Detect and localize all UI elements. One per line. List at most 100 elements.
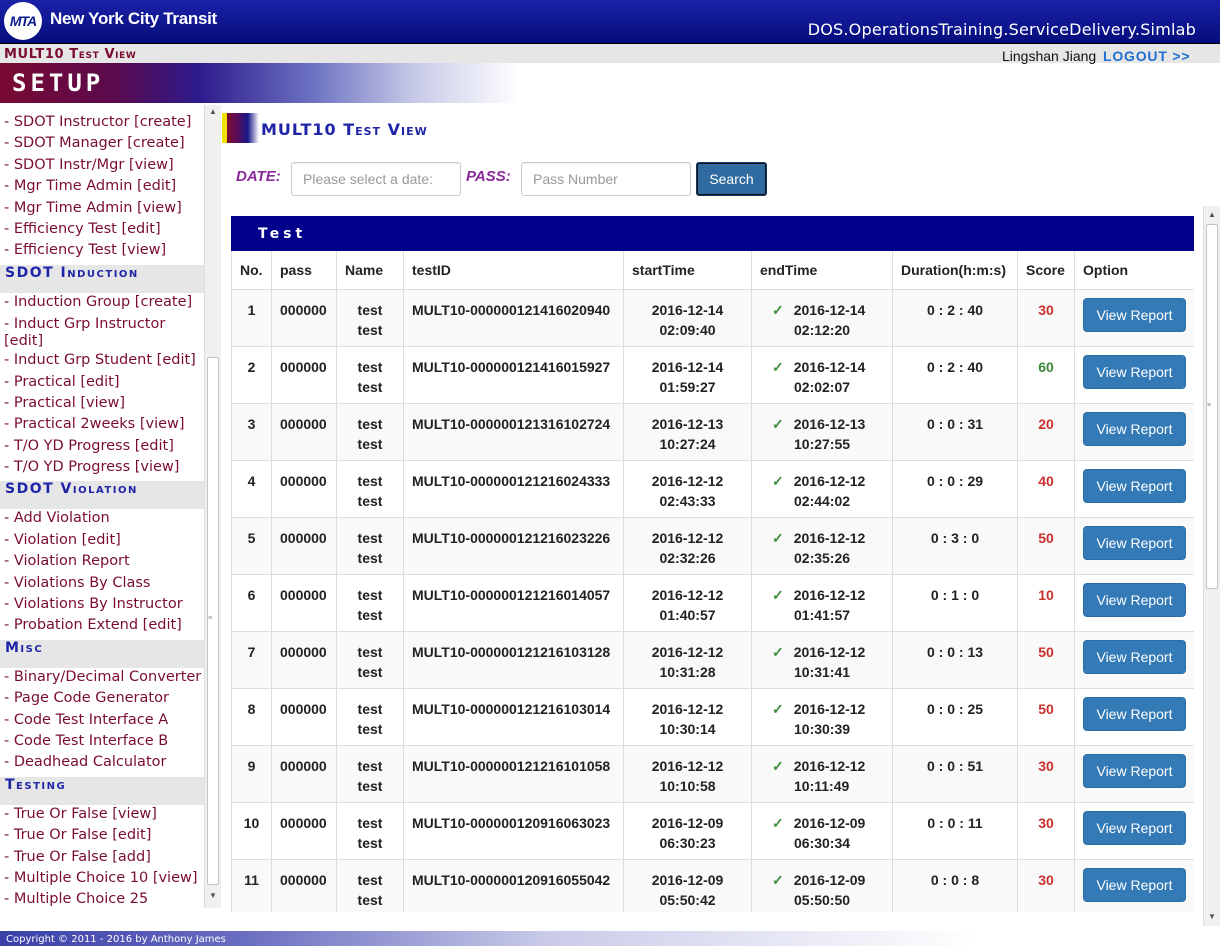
option-cell: View Report: [1074, 630, 1194, 689]
view-report-button[interactable]: View Report: [1083, 582, 1186, 617]
end-date: 2016-12-12: [793, 472, 866, 489]
sidebar-item[interactable]: - T/O YD Progress [edit]: [0, 438, 204, 459]
logout-link[interactable]: LOGOUT >>: [1103, 48, 1190, 64]
sidebar-item[interactable]: - Multiple Choice 25: [0, 891, 204, 908]
view-report-button[interactable]: View Report: [1083, 639, 1186, 674]
view-report-button[interactable]: View Report: [1083, 810, 1186, 845]
start-date: 2016-12-12: [651, 757, 724, 774]
check-icon: ✓: [772, 301, 784, 318]
view-report-button[interactable]: View Report: [1083, 696, 1186, 731]
start-time: 10:31:28: [659, 663, 716, 680]
sidebar-item[interactable]: - True Or False [view]: [0, 806, 204, 827]
sidebar-item[interactable]: - Efficiency Test [edit]: [0, 221, 204, 242]
view-report-button[interactable]: View Report: [1083, 525, 1186, 560]
page-code: MULT10 Test View: [4, 47, 137, 62]
column-header: Name: [336, 251, 404, 290]
sidebar-item[interactable]: - Efficiency Test [view]: [0, 242, 204, 263]
start-time: 10:10:58: [659, 777, 716, 794]
sidebar-item[interactable]: - Code Test Interface B: [0, 733, 204, 754]
start-time: 10:27:24: [659, 435, 716, 452]
sidebar-item[interactable]: - Mgr Time Admin [view]: [0, 200, 204, 221]
pass-cell: 000000: [271, 288, 337, 347]
duration-cell: 0 : 0 : 31: [892, 402, 1018, 461]
scroll-down-icon[interactable]: ▼: [209, 891, 217, 900]
end-time: 10:27:55: [794, 435, 851, 452]
pass-cell: 000000: [271, 345, 337, 404]
setup-banner: SETUP: [0, 63, 520, 103]
view-report-button[interactable]: View Report: [1083, 354, 1186, 389]
sidebar-item[interactable]: - Violations By Class: [0, 575, 204, 596]
scroll-up-icon[interactable]: ▲: [209, 107, 217, 116]
start-date: 2016-12-14: [651, 358, 724, 375]
row-number: 9: [231, 744, 272, 803]
test-id-cell: MULT10-000000121216023226: [403, 516, 624, 575]
view-report-button[interactable]: View Report: [1083, 297, 1186, 332]
sidebar-item[interactable]: - Violations By Instructor: [0, 596, 204, 617]
search-button[interactable]: Search: [696, 162, 767, 196]
sidebar-item[interactable]: - Practical [edit]: [0, 374, 204, 395]
sidebar-item[interactable]: - SDOT Manager [create]: [0, 135, 204, 156]
end-time: 01:41:57: [794, 606, 851, 623]
end-time: 10:31:41: [794, 663, 851, 680]
row-number: 11: [231, 858, 272, 912]
view-report-button[interactable]: View Report: [1083, 867, 1186, 902]
sidebar-item[interactable]: - True Or False [edit]: [0, 827, 204, 848]
option-cell: View Report: [1074, 744, 1194, 803]
column-header: pass: [271, 251, 337, 290]
option-cell: View Report: [1074, 402, 1194, 461]
scroll-down-icon[interactable]: ▼: [1208, 912, 1216, 921]
sidebar-item[interactable]: - Induct Grp Student [edit]: [0, 352, 204, 373]
sidebar-item[interactable]: - Induct Grp Instructor [edit]: [0, 315, 204, 352]
start-time-cell: 2016-12-09 06:30:23: [623, 801, 752, 860]
footer: Copyright © 2011 - 2016 by Anthony James: [0, 931, 1220, 946]
main-scrollbar[interactable]: ▲ ≡ ▼: [1203, 206, 1220, 926]
table-row: 4 000000 test test MULT10-00000012121602433…: [231, 459, 1194, 518]
score-cell: 50: [1017, 516, 1075, 575]
sidebar-item[interactable]: - SDOT Instructor [create]: [0, 114, 204, 135]
mta-logo: MTA: [4, 2, 42, 40]
option-cell: View Report: [1074, 801, 1194, 860]
sidebar-item[interactable]: - True Or False [add]: [0, 849, 204, 870]
view-report-button[interactable]: View Report: [1083, 411, 1186, 446]
check-icon: ✓: [772, 358, 784, 375]
sidebar-item[interactable]: - SDOT Instr/Mgr [view]: [0, 157, 204, 178]
sidebar-item[interactable]: - Induction Group [create]: [0, 294, 204, 315]
sidebar-item[interactable]: - Multiple Choice 10 [view]: [0, 870, 204, 891]
row-number: 7: [231, 630, 272, 689]
view-report-button[interactable]: View Report: [1083, 468, 1186, 503]
sidebar-item[interactable]: - Practical [view]: [0, 395, 204, 416]
check-icon: ✓: [772, 700, 784, 717]
sidebar-item[interactable]: - T/O YD Progress [view]: [0, 459, 204, 480]
score-cell: 30: [1017, 801, 1075, 860]
option-cell: View Report: [1074, 858, 1194, 912]
user-name: Lingshan Jiang: [1002, 48, 1097, 64]
sidebar-item[interactable]: - Probation Extend [edit]: [0, 617, 204, 638]
start-time: 05:50:42: [659, 891, 716, 908]
column-header: startTime: [623, 251, 752, 290]
sidebar-item[interactable]: - Violation Report: [0, 553, 204, 574]
sidebar-item[interactable]: - Binary/Decimal Converter: [0, 669, 204, 690]
sidebar-item[interactable]: - Page Code Generator: [0, 690, 204, 711]
score-cell: 50: [1017, 630, 1075, 689]
start-time: 02:09:40: [659, 321, 716, 338]
start-time: 01:40:57: [659, 606, 716, 623]
start-time-cell: 2016-12-13 10:27:24: [623, 402, 752, 461]
end-time-cell: ✓ 2016-12-12 10:30:39: [751, 687, 893, 746]
pass-cell: 000000: [271, 630, 337, 689]
sidebar-item[interactable]: - Mgr Time Admin [edit]: [0, 178, 204, 199]
sidebar-item[interactable]: - Add Violation: [0, 510, 204, 531]
view-report-button[interactable]: View Report: [1083, 753, 1186, 788]
date-input[interactable]: [291, 162, 461, 196]
check-icon: ✓: [772, 814, 784, 831]
scroll-up-icon[interactable]: ▲: [1208, 210, 1216, 219]
sidebar: - SDOT Instructor [create] - SDOT Manager…: [0, 105, 221, 908]
pass-input[interactable]: [521, 162, 691, 196]
start-time-cell: 2016-12-12 10:30:14: [623, 687, 752, 746]
sidebar-scrollbar[interactable]: ▲ ≡ ▼: [204, 105, 221, 908]
sidebar-item[interactable]: - Practical 2weeks [view]: [0, 416, 204, 437]
sidebar-item[interactable]: - Deadhead Calculator: [0, 754, 204, 775]
sidebar-item[interactable]: - Code Test Interface A: [0, 712, 204, 733]
end-time: 02:02:07: [794, 378, 851, 395]
pass-cell: 000000: [271, 573, 337, 632]
sidebar-item[interactable]: - Violation [edit]: [0, 532, 204, 553]
